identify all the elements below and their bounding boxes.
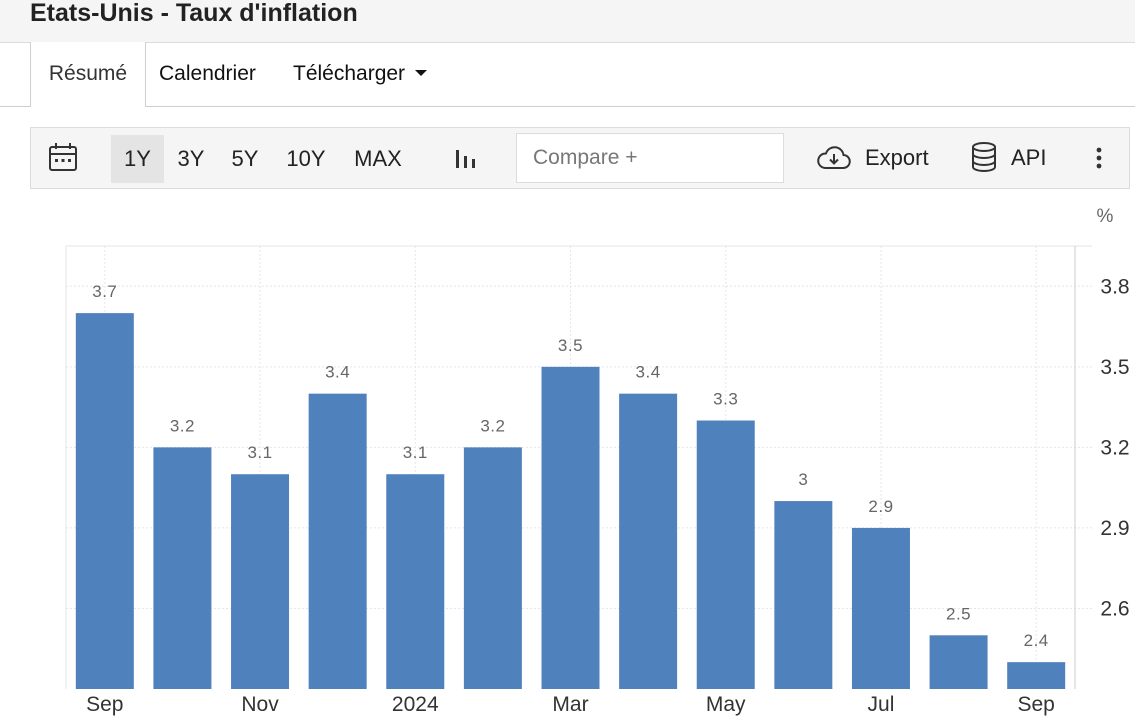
- title-bar: Etats-Unis - Taux d'inflation: [0, 0, 1135, 43]
- bar-data-label: 3.1: [247, 443, 272, 462]
- tab-calendrier[interactable]: Calendrier: [159, 42, 256, 106]
- range-3y-button[interactable]: 3Y: [169, 135, 213, 183]
- bar[interactable]: [851, 527, 910, 689]
- y-tick-label: 3.8: [1100, 275, 1129, 298]
- database-icon: [972, 142, 996, 172]
- bar-data-label: 3.4: [636, 363, 661, 382]
- api-label: API: [1011, 145, 1047, 170]
- bar[interactable]: [541, 366, 600, 689]
- compare-input[interactable]: [516, 133, 784, 183]
- bar[interactable]: [308, 393, 367, 689]
- bar-data-label: 3.2: [480, 416, 505, 435]
- bar-data-label: 2.5: [946, 604, 971, 623]
- x-tick-label: Mar: [552, 693, 588, 716]
- bar[interactable]: [619, 393, 678, 689]
- page-title: Etats-Unis - Taux d'inflation: [30, 0, 358, 27]
- tab-telecharger-label: Télécharger: [293, 62, 406, 85]
- x-tick-label: Nov: [241, 693, 279, 716]
- calendar-icon[interactable]: [45, 128, 81, 188]
- bar-data-label: 2.9: [868, 497, 893, 516]
- bar[interactable]: [463, 447, 522, 689]
- bar-data-label: 3.7: [92, 282, 117, 301]
- bar[interactable]: [929, 635, 988, 689]
- bar-data-label: 3.3: [713, 390, 738, 409]
- bar[interactable]: [386, 474, 445, 689]
- chart-area: % 3.7 3.2 3.1 3.4 3.1 3.2 3.5 3.4 3.3 3 2.9 2.5 2.4 …: [0, 190, 1135, 717]
- y-tick-label: 2.9: [1100, 517, 1129, 540]
- chart-toolbar: 1Y 3Y 5Y 10Y MAX Export API: [30, 127, 1130, 189]
- bar-data-label: 2.4: [1024, 631, 1049, 650]
- x-tick-label: Sep: [1018, 693, 1055, 716]
- range-1y-button[interactable]: 1Y: [111, 135, 164, 183]
- x-tick-label: Sep: [86, 693, 123, 716]
- export-button[interactable]: Export: [815, 128, 933, 188]
- y-axis: 2.6 2.9 3.2 3.5 3.8: [1100, 275, 1129, 620]
- tab-telecharger[interactable]: Télécharger: [293, 42, 428, 106]
- x-tick-label: 2024: [392, 693, 439, 716]
- bar-data-label: 3.5: [558, 336, 583, 355]
- bar-chart-icon[interactable]: [451, 128, 481, 188]
- bar[interactable]: [774, 501, 833, 689]
- bar[interactable]: [75, 313, 134, 689]
- bar-data-label: 3.1: [403, 443, 428, 462]
- range-max-button[interactable]: MAX: [345, 135, 411, 183]
- bar[interactable]: [1007, 662, 1066, 689]
- bar[interactable]: [231, 474, 290, 689]
- x-tick-label: Jul: [868, 693, 895, 716]
- x-axis: Sep Nov 2024 Mar May Jul Sep: [86, 693, 1055, 716]
- api-button[interactable]: API: [969, 128, 1059, 188]
- chart-bars: [75, 313, 1066, 689]
- y-tick-label: 3.5: [1100, 356, 1129, 379]
- tab-resume[interactable]: Résumé: [30, 42, 146, 107]
- y-axis-unit-label: %: [1097, 206, 1114, 227]
- more-options-icon[interactable]: [1089, 128, 1109, 188]
- bar-data-label: 3.2: [170, 416, 195, 435]
- bar-data-label: 3.4: [325, 363, 350, 382]
- tabs-bar: Résumé Calendrier Télécharger: [0, 42, 1135, 107]
- y-tick-label: 3.2: [1100, 436, 1129, 459]
- range-10y-button[interactable]: 10Y: [279, 135, 333, 183]
- bar[interactable]: [153, 447, 212, 689]
- bar-data-label: 3: [798, 470, 808, 489]
- range-5y-button[interactable]: 5Y: [223, 135, 267, 183]
- cloud-download-icon: [817, 146, 851, 170]
- inflation-bar-chart: % 3.73.23.13.43.13.23.53.43.332.92.52.4 …: [65, 206, 1130, 716]
- chevron-down-icon: [415, 69, 428, 76]
- y-tick-label: 2.6: [1100, 597, 1129, 620]
- bar[interactable]: [696, 420, 755, 689]
- export-label: Export: [865, 145, 929, 170]
- x-tick-label: May: [706, 693, 746, 716]
